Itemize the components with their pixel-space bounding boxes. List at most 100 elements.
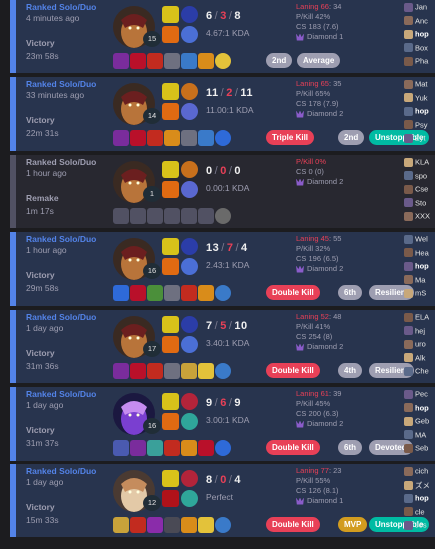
flash-summoner-icon[interactable]	[162, 470, 179, 487]
item-icon[interactable]	[164, 440, 180, 456]
keystone-rune-icon[interactable]	[181, 83, 198, 100]
secondary-rune-icon[interactable]	[181, 26, 198, 43]
item-icon[interactable]	[130, 517, 146, 533]
secondary-rune-icon[interactable]	[181, 103, 198, 120]
secondary-rune-icon[interactable]	[181, 490, 198, 507]
player-entry[interactable]: Sto	[404, 198, 435, 209]
item-icon[interactable]	[130, 208, 146, 224]
keystone-rune-icon[interactable]	[181, 470, 198, 487]
item-icon[interactable]	[181, 208, 197, 224]
player-entry[interactable]: Box	[404, 43, 435, 54]
secondary-rune-icon[interactable]	[181, 413, 198, 430]
player-entry[interactable]: Seb	[404, 443, 435, 454]
player-entry[interactable]: Jan	[404, 2, 435, 13]
second-summoner-icon[interactable]	[162, 258, 179, 275]
item-icon[interactable]	[147, 363, 163, 379]
item-icon[interactable]	[164, 363, 180, 379]
item-icon[interactable]	[164, 53, 180, 69]
player-entry[interactable]: hop	[404, 29, 435, 40]
player-entry[interactable]: Hea	[404, 248, 435, 259]
flash-summoner-icon[interactable]	[162, 6, 179, 23]
item-icon[interactable]	[164, 208, 180, 224]
match-row[interactable]: Ranked Solo/Duo 1 hour ago Remake 1m 17s 1 0/…	[10, 155, 435, 228]
secondary-rune-icon[interactable]	[181, 181, 198, 198]
item-icon[interactable]	[113, 130, 129, 146]
player-entry[interactable]: cle	[404, 507, 435, 518]
match-row[interactable]: Ranked Solo/Duo 1 day ago Victory 31m 37s 16…	[10, 387, 435, 461]
flash-summoner-icon[interactable]	[162, 316, 179, 333]
player-entry[interactable]: Mat	[404, 79, 435, 90]
player-entry[interactable]: ELA	[404, 312, 435, 323]
trinket-icon[interactable]	[215, 517, 231, 533]
flash-summoner-icon[interactable]	[162, 83, 179, 100]
player-entry[interactable]: Che	[404, 366, 435, 377]
player-entry[interactable]: XXX	[404, 211, 435, 222]
trinket-icon[interactable]	[215, 363, 231, 379]
item-icon[interactable]	[130, 440, 146, 456]
flash-summoner-icon[interactable]	[162, 161, 179, 178]
item-icon[interactable]	[113, 363, 129, 379]
item-icon[interactable]	[198, 208, 214, 224]
second-summoner-icon[interactable]	[162, 413, 179, 430]
item-icon[interactable]	[181, 285, 197, 301]
second-summoner-icon[interactable]	[162, 103, 179, 120]
player-entry[interactable]: Wel	[404, 234, 435, 245]
player-entry[interactable]: hop	[404, 403, 435, 414]
player-entry[interactable]: Pec	[404, 389, 435, 400]
player-entry[interactable]: mS	[404, 288, 435, 299]
player-entry[interactable]: uro	[404, 339, 435, 350]
item-icon[interactable]	[147, 285, 163, 301]
player-entry[interactable]: spo	[404, 171, 435, 182]
flash-summoner-icon[interactable]	[162, 393, 179, 410]
item-icon[interactable]	[181, 517, 197, 533]
item-icon[interactable]	[113, 285, 129, 301]
player-entry[interactable]: Yuk	[404, 93, 435, 104]
trinket-icon[interactable]	[215, 208, 231, 224]
item-icon[interactable]	[198, 440, 214, 456]
item-icon[interactable]	[181, 440, 197, 456]
second-summoner-icon[interactable]	[162, 336, 179, 353]
player-entry[interactable]: MA	[404, 430, 435, 441]
player-entry[interactable]: Cse	[404, 184, 435, 195]
player-entry[interactable]: Alk	[404, 353, 435, 364]
player-entry[interactable]: Pha	[404, 56, 435, 67]
player-entry[interactable]: hop	[404, 106, 435, 117]
match-row[interactable]: Ranked Solo/Duo 33 minutes ago Victory 22m …	[10, 77, 435, 151]
player-entry[interactable]: cich	[404, 466, 435, 477]
item-icon[interactable]	[181, 363, 197, 379]
item-icon[interactable]	[130, 363, 146, 379]
player-entry[interactable]: Geb	[404, 416, 435, 427]
player-entry[interactable]: ズメ	[404, 480, 435, 491]
match-row[interactable]: Ranked Solo/Duo 1 day ago Victory 31m 36s 17…	[10, 310, 435, 383]
keystone-rune-icon[interactable]	[181, 316, 198, 333]
player-entry[interactable]: Psy	[404, 120, 435, 131]
item-icon[interactable]	[147, 440, 163, 456]
match-row[interactable]: Ranked Solo/Duo 1 hour ago Victory 29m 58s 1…	[10, 232, 435, 306]
item-icon[interactable]	[198, 285, 214, 301]
item-icon[interactable]	[164, 517, 180, 533]
match-row[interactable]: Ranked Solo/Duo 4 minutes ago Victory 23m 5…	[10, 0, 435, 73]
secondary-rune-icon[interactable]	[181, 258, 198, 275]
player-entry[interactable]: hop	[404, 261, 435, 272]
item-icon[interactable]	[130, 285, 146, 301]
second-summoner-icon[interactable]	[162, 181, 179, 198]
player-entry[interactable]: KLA	[404, 157, 435, 168]
keystone-rune-icon[interactable]	[181, 161, 198, 178]
item-icon[interactable]	[113, 440, 129, 456]
player-entry[interactable]: Ma	[404, 275, 435, 286]
player-entry[interactable]: hop	[404, 493, 435, 504]
item-icon[interactable]	[181, 130, 197, 146]
match-row[interactable]: Ranked Solo/Duo 1 day ago Victory 15m 33s 12…	[10, 464, 435, 537]
trinket-icon[interactable]	[215, 53, 231, 69]
item-icon[interactable]	[198, 130, 214, 146]
item-icon[interactable]	[164, 285, 180, 301]
player-entry[interactable]: Zyt	[404, 133, 435, 144]
second-summoner-icon[interactable]	[162, 26, 179, 43]
item-icon[interactable]	[181, 53, 197, 69]
keystone-rune-icon[interactable]	[181, 393, 198, 410]
trinket-icon[interactable]	[215, 440, 231, 456]
player-entry[interactable]: Anc	[404, 16, 435, 27]
item-icon[interactable]	[130, 130, 146, 146]
trinket-icon[interactable]	[215, 130, 231, 146]
player-entry[interactable]: Jos	[404, 520, 435, 531]
